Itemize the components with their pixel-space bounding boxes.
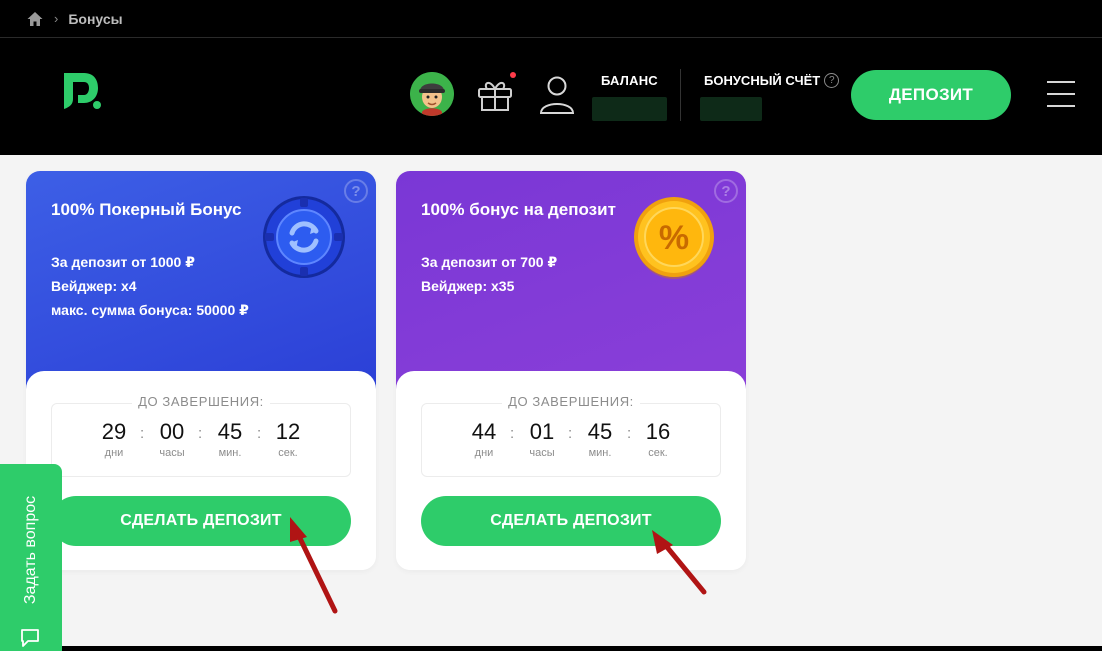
countdown-days: 29 дни	[101, 419, 127, 459]
card-max-bonus: макс. сумма бонуса: 50000 ₽	[51, 302, 249, 318]
countdown-hours: 01 часы	[529, 419, 555, 459]
ask-question-tab[interactable]: Задать вопрос	[0, 464, 62, 651]
countdown-minutes: 45 мин.	[587, 419, 613, 459]
countdown-minutes: 45 мин.	[217, 419, 243, 459]
ask-question-label: Задать вопрос	[22, 495, 39, 605]
avatar[interactable]	[410, 72, 454, 116]
percent-coin-icon: %	[634, 197, 714, 279]
bonus-account-value	[700, 97, 762, 121]
countdown-seconds: 16 сек.	[645, 419, 671, 459]
bonus-card-poker: ? 100% Покерный Бонус За депозит от 1000…	[26, 171, 376, 570]
gift-button[interactable]	[474, 72, 516, 115]
help-icon[interactable]: ?	[824, 73, 840, 88]
breadcrumb: › Бонусы	[0, 0, 1102, 38]
logo-icon[interactable]	[62, 71, 104, 113]
countdown-hours: 00 часы	[159, 419, 185, 459]
countdown-colon: :	[627, 425, 632, 442]
bonus-account-text: БОНУСНЫЙ СЧЁТ	[704, 73, 821, 88]
countdown-seconds: 12 сек.	[275, 419, 301, 459]
card-wager: Вейджер: x4	[51, 278, 137, 294]
breadcrumb-current: Бонусы	[68, 10, 123, 27]
card-header: ? 100% бонус на депозит За депозит от 70…	[396, 171, 746, 396]
menu-icon[interactable]	[1047, 81, 1075, 107]
make-deposit-button[interactable]: СДЕЛАТЬ ДЕПОЗИТ	[51, 496, 351, 546]
balance-value	[592, 97, 667, 121]
bonus-card-deposit: ? 100% бонус на депозит За депозит от 70…	[396, 171, 746, 570]
card-title: 100% Покерный Бонус	[51, 200, 242, 219]
site-header: БАЛАНС БОНУСНЫЙ СЧЁТ ? ДЕПОЗИТ	[0, 39, 1102, 155]
home-icon[interactable]	[26, 10, 44, 28]
card-min-deposit: За депозит от 1000 ₽	[51, 254, 195, 270]
card-help-icon[interactable]: ?	[714, 179, 738, 203]
card-wager: Вейджер: x35	[421, 278, 515, 294]
card-help-icon[interactable]: ?	[344, 179, 368, 203]
countdown-label: ДО ЗАВЕРШЕНИЯ:	[396, 394, 746, 409]
menu-line	[1047, 105, 1075, 107]
card-body: ДО ЗАВЕРШЕНИЯ: 44 дни : 01 часы : 45 мин. :…	[396, 371, 746, 570]
deposit-button[interactable]: ДЕПОЗИТ	[851, 70, 1011, 120]
balance-label: БАЛАНС	[601, 73, 658, 88]
gift-icon	[478, 82, 512, 111]
bottom-strip	[0, 646, 1102, 651]
bonuses-content: ? 100% Покерный Бонус За депозит от 1000…	[0, 155, 1102, 646]
notification-dot	[510, 72, 516, 78]
countdown-days: 44 дни	[471, 419, 497, 459]
header-divider	[680, 69, 681, 121]
countdown-colon: :	[140, 425, 145, 442]
card-header: ? 100% Покерный Бонус За депозит от 1000…	[26, 171, 376, 396]
countdown-colon: :	[257, 425, 262, 442]
menu-line	[1047, 93, 1075, 95]
user-icon[interactable]	[538, 75, 576, 115]
countdown-colon: :	[568, 425, 573, 442]
coin-percent-symbol: %	[659, 219, 689, 257]
refresh-coin-icon	[263, 196, 345, 278]
make-deposit-button[interactable]: СДЕЛАТЬ ДЕПОЗИТ	[421, 496, 721, 546]
countdown-label: ДО ЗАВЕРШЕНИЯ:	[26, 394, 376, 409]
card-title: 100% бонус на депозит	[421, 200, 616, 219]
menu-line	[1047, 81, 1075, 83]
chat-icon	[21, 629, 39, 647]
bonus-account-label: БОНУСНЫЙ СЧЁТ ?	[704, 73, 840, 88]
countdown-colon: :	[198, 425, 203, 442]
countdown-colon: :	[510, 425, 515, 442]
card-min-deposit: За депозит от 700 ₽	[421, 254, 558, 270]
card-body: ДО ЗАВЕРШЕНИЯ: 29 дни : 00 часы : 45 мин. :…	[26, 371, 376, 570]
breadcrumb-separator: ›	[54, 11, 59, 26]
